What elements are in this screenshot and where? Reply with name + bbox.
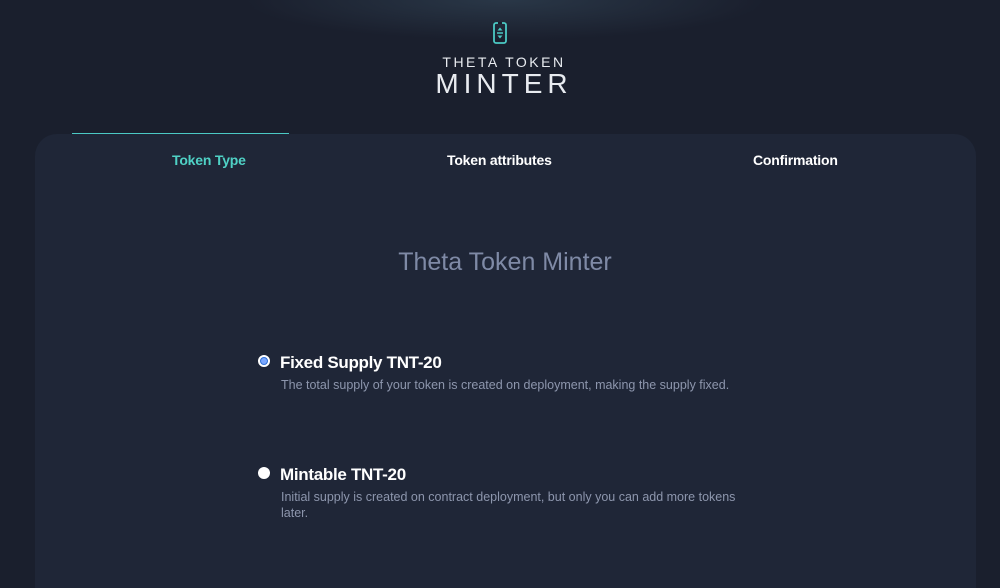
page: THETA TOKEN MINTER Token Type Token attr… bbox=[0, 0, 1000, 588]
option-description: The total supply of your token is create… bbox=[281, 378, 730, 392]
mintable-radio[interactable] bbox=[258, 467, 270, 479]
active-tab-indicator bbox=[72, 133, 289, 134]
option-title[interactable]: Fixed Supply TNT-20 bbox=[280, 353, 442, 373]
page-title: Theta Token Minter bbox=[398, 248, 612, 276]
logo-line-2: MINTER bbox=[435, 68, 573, 99]
app-logo[interactable]: THETA TOKEN MINTER bbox=[0, 22, 1000, 98]
theta-token-icon bbox=[493, 22, 507, 44]
option-description: Initial supply is created on contract de… bbox=[281, 490, 736, 520]
fixed-supply-radio[interactable] bbox=[258, 355, 270, 367]
tab-confirmation[interactable]: Confirmation bbox=[753, 152, 838, 168]
tab-token-attributes[interactable]: Token attributes bbox=[447, 152, 552, 168]
tab-token-type[interactable]: Token Type bbox=[172, 152, 246, 168]
wizard-tabs: Token Type Token attributes Confirmation bbox=[72, 152, 952, 172]
option-title[interactable]: Mintable TNT-20 bbox=[280, 465, 406, 485]
